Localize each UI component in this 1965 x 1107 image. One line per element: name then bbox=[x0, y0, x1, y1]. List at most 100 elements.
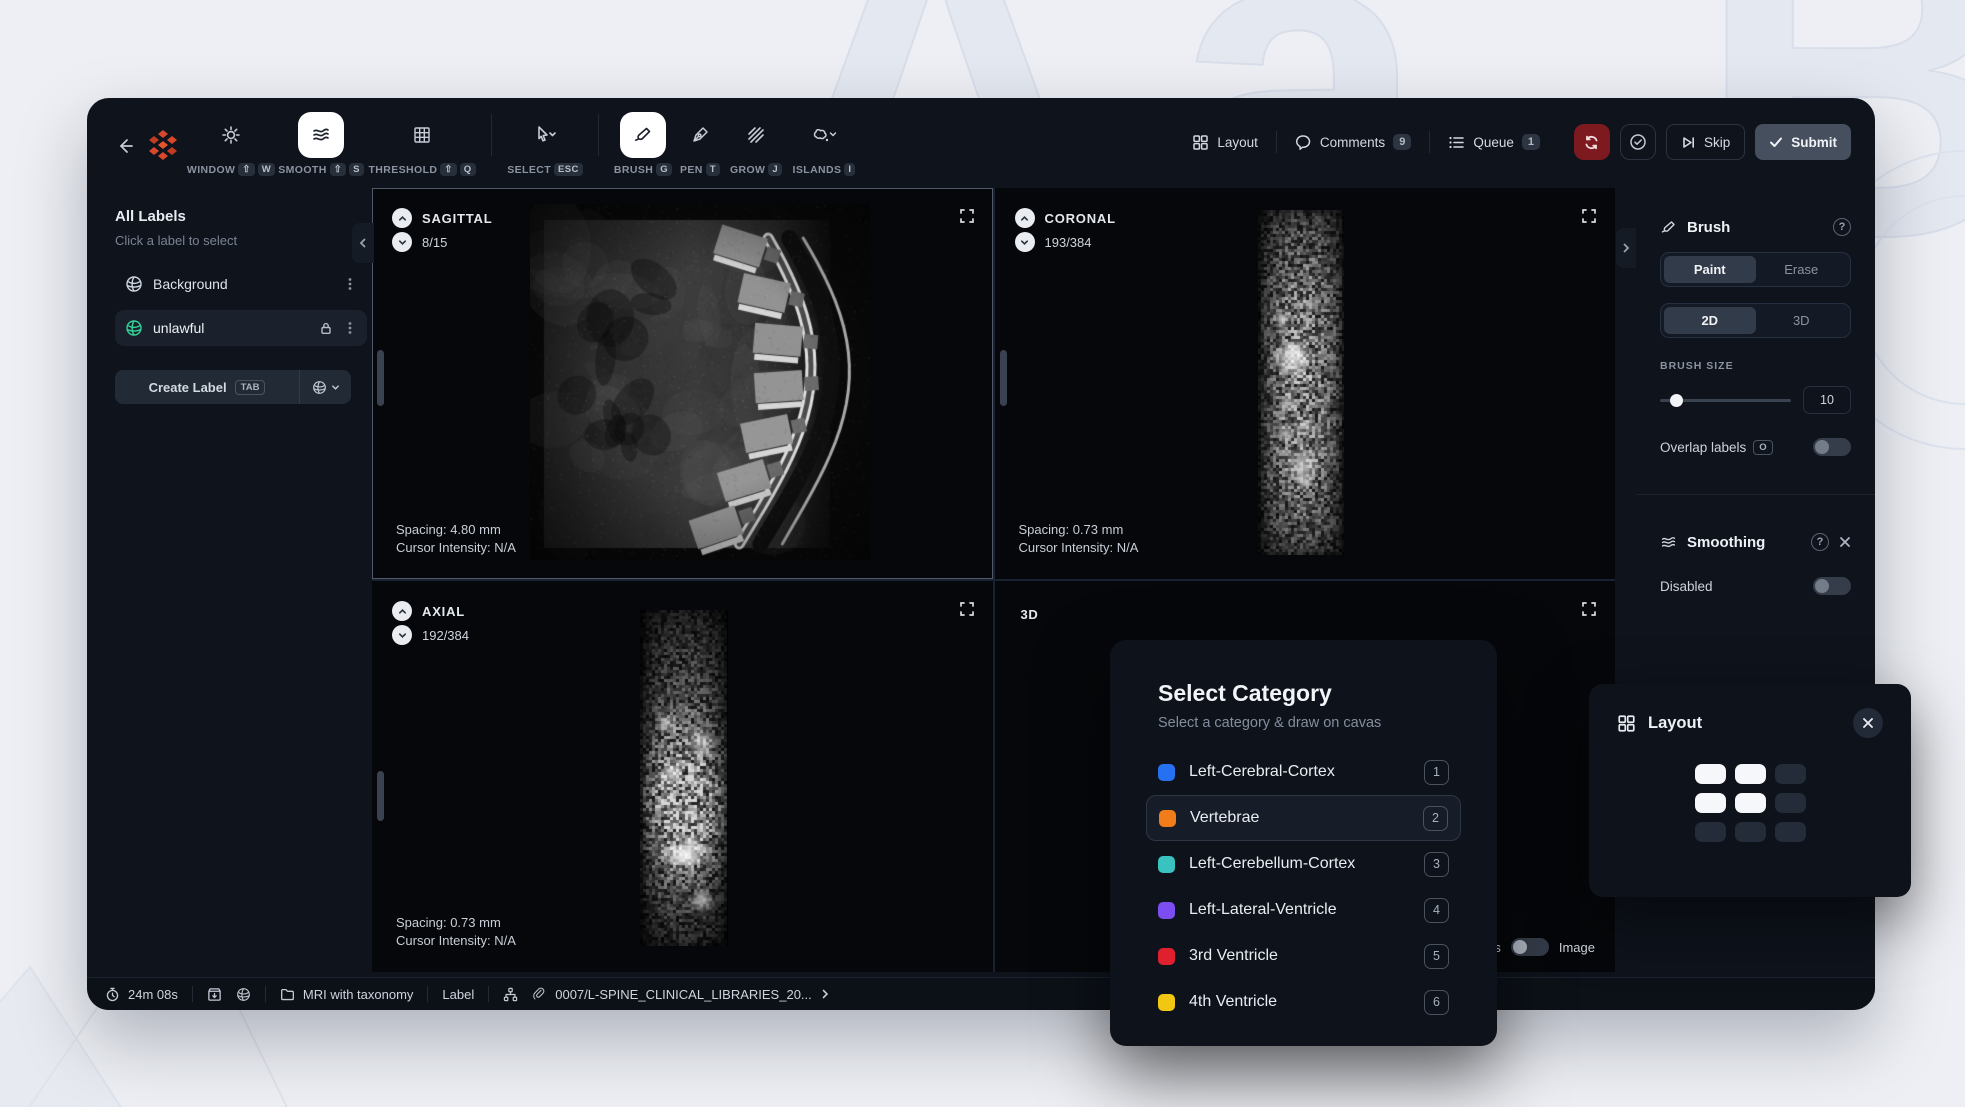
chevron-right-icon[interactable] bbox=[820, 989, 830, 999]
kebab-menu-icon[interactable] bbox=[343, 277, 357, 291]
slider-knob[interactable] bbox=[1670, 394, 1683, 407]
sidebar-collapse-handle[interactable] bbox=[352, 223, 374, 263]
2d-mode-button[interactable]: 2D bbox=[1664, 307, 1756, 334]
category-name: Left-Lateral-Ventricle bbox=[1189, 901, 1410, 919]
layout-cell[interactable] bbox=[1735, 822, 1766, 842]
brush-size-slider[interactable] bbox=[1660, 399, 1791, 402]
image-toggle[interactable] bbox=[1511, 938, 1549, 956]
layout-cell[interactable] bbox=[1735, 793, 1766, 813]
tool-brush[interactable]: BRUSHG bbox=[613, 112, 673, 176]
layout-cell[interactable] bbox=[1735, 764, 1766, 784]
panel-expand-handle[interactable] bbox=[1616, 228, 1636, 268]
smoothing-toggle[interactable] bbox=[1813, 577, 1851, 595]
sync-button[interactable] bbox=[1574, 124, 1610, 160]
layout-button[interactable]: Layout bbox=[1184, 128, 1266, 157]
smoothing-icon bbox=[1660, 534, 1677, 551]
layout-cell[interactable] bbox=[1695, 822, 1726, 842]
label-row-unlawful[interactable]: unlawful bbox=[115, 310, 367, 346]
mask-icon bbox=[236, 987, 251, 1002]
tool-smooth[interactable]: SMOOTH⇧S bbox=[279, 112, 363, 176]
layout-cell[interactable] bbox=[1775, 764, 1806, 784]
skip-icon bbox=[1681, 135, 1696, 150]
category-3rd-ventricle[interactable]: 3rd Ventricle 5 bbox=[1146, 933, 1461, 979]
coronal-mri-image[interactable] bbox=[1258, 210, 1344, 555]
tool-select[interactable]: SELECTESC bbox=[506, 112, 584, 176]
lock-icon[interactable] bbox=[319, 321, 333, 335]
validate-button[interactable] bbox=[1620, 124, 1656, 160]
label-row-background[interactable]: Background bbox=[115, 266, 367, 302]
category-color-swatch bbox=[1158, 948, 1175, 965]
fullscreen-button[interactable] bbox=[1581, 601, 1597, 617]
tool-pen[interactable]: PENT bbox=[677, 112, 723, 176]
skip-button[interactable]: Skip bbox=[1666, 124, 1745, 160]
category-vertebrae[interactable]: Vertebrae 2 bbox=[1146, 795, 1461, 841]
kebab-menu-icon[interactable] bbox=[343, 321, 357, 335]
help-icon[interactable]: ? bbox=[1833, 218, 1851, 236]
erase-mode-button[interactable]: Erase bbox=[1756, 256, 1848, 283]
statusbar-separator bbox=[265, 986, 266, 1002]
category-name: 3rd Ventricle bbox=[1189, 947, 1410, 965]
slice-down-button[interactable] bbox=[392, 232, 412, 252]
axial-mri-image[interactable] bbox=[640, 610, 728, 946]
slice-down-button[interactable] bbox=[392, 625, 412, 645]
category-4th-ventricle[interactable]: 4th Ventricle 6 bbox=[1146, 979, 1461, 1025]
viewport-axial[interactable]: AXIAL 192/384 Spacing: 0.73 mm Cursor In… bbox=[372, 581, 993, 972]
slice-scrollbar[interactable] bbox=[377, 350, 384, 406]
slice-down-button[interactable] bbox=[1015, 232, 1035, 252]
brush-size-value[interactable]: 10 bbox=[1803, 386, 1851, 414]
project-breadcrumb[interactable]: MRI with taxonomy bbox=[280, 987, 414, 1002]
fullscreen-button[interactable] bbox=[959, 208, 975, 224]
brush-icon bbox=[633, 125, 653, 145]
kbd-key: ESC bbox=[554, 163, 583, 176]
layout-cell[interactable] bbox=[1775, 822, 1806, 842]
create-label-type-dropdown[interactable] bbox=[299, 370, 351, 404]
help-icon[interactable]: ? bbox=[1811, 533, 1829, 551]
overlap-kbd-badge: O bbox=[1753, 440, 1772, 455]
viewport-sagittal[interactable]: SAGITTAL 8/15 Spacing: 4.80 mm Cursor In… bbox=[372, 188, 993, 579]
category-left-cerebral-cortex[interactable]: Left-Cerebral-Cortex 1 bbox=[1146, 749, 1461, 795]
slice-counter: 8/15 bbox=[422, 235, 447, 250]
submit-label: Submit bbox=[1791, 135, 1837, 150]
back-button[interactable] bbox=[111, 132, 139, 160]
select-category-modal: Select Category Select a category & draw… bbox=[1110, 640, 1497, 1046]
fullscreen-button[interactable] bbox=[959, 601, 975, 617]
category-name: Left-Cerebellum-Cortex bbox=[1189, 855, 1410, 873]
slice-up-button[interactable] bbox=[392, 601, 412, 621]
slice-scrollbar[interactable] bbox=[377, 771, 384, 821]
submit-button[interactable]: Submit bbox=[1755, 124, 1851, 160]
category-left-lateral-ventricle[interactable]: Left-Lateral-Ventricle 4 bbox=[1146, 887, 1461, 933]
dataset-icon-button[interactable] bbox=[207, 987, 222, 1002]
slice-up-button[interactable] bbox=[392, 208, 412, 228]
layout-cell[interactable] bbox=[1775, 793, 1806, 813]
tab-kbd-badge: TAB bbox=[235, 380, 266, 395]
category-left-cerebellum-cortex[interactable]: Left-Cerebellum-Cortex 3 bbox=[1146, 841, 1461, 887]
tool-window[interactable]: WINDOW⇧W bbox=[187, 112, 275, 176]
tool-label: BRUSH bbox=[614, 164, 653, 176]
overlap-labels-toggle[interactable] bbox=[1813, 438, 1851, 456]
layout-cell[interactable] bbox=[1695, 793, 1726, 813]
comments-button[interactable]: Comments 9 bbox=[1287, 128, 1419, 157]
3d-mode-button[interactable]: 3D bbox=[1756, 307, 1848, 334]
viewport-coronal[interactable]: CORONAL 193/384 Spacing: 0.73 mm Cursor … bbox=[995, 188, 1616, 579]
close-button[interactable] bbox=[1853, 708, 1883, 738]
taxonomy-icon-button[interactable] bbox=[503, 987, 518, 1002]
create-label-button[interactable]: Create Label TAB bbox=[115, 370, 351, 404]
intensity-readout: Cursor Intensity: N/A bbox=[396, 539, 516, 557]
fullscreen-button[interactable] bbox=[1581, 208, 1597, 224]
paint-mode-button[interactable]: Paint bbox=[1664, 256, 1756, 283]
mask-type-icon-button[interactable] bbox=[236, 987, 251, 1002]
file-breadcrumb[interactable]: 0007/L-SPINE_CLINICAL_LIBRARIES_20... bbox=[532, 987, 830, 1002]
app-logo bbox=[143, 126, 183, 166]
tool-grow[interactable]: GROWJ bbox=[727, 112, 785, 176]
queue-button[interactable]: Queue 1 bbox=[1440, 128, 1548, 157]
tool-label: GROW bbox=[730, 164, 765, 176]
layout-cell[interactable] bbox=[1695, 764, 1726, 784]
slice-scrollbar[interactable] bbox=[1000, 350, 1007, 406]
sagittal-mri-image[interactable] bbox=[530, 204, 870, 560]
brush-size-label: BRUSH SIZE bbox=[1660, 360, 1851, 372]
slice-up-button[interactable] bbox=[1015, 208, 1035, 228]
close-icon[interactable] bbox=[1839, 536, 1851, 548]
tool-islands[interactable]: ISLANDSI bbox=[789, 112, 859, 176]
window-level-icon bbox=[221, 125, 241, 145]
tool-threshold[interactable]: THRESHOLD⇧Q bbox=[367, 112, 477, 176]
